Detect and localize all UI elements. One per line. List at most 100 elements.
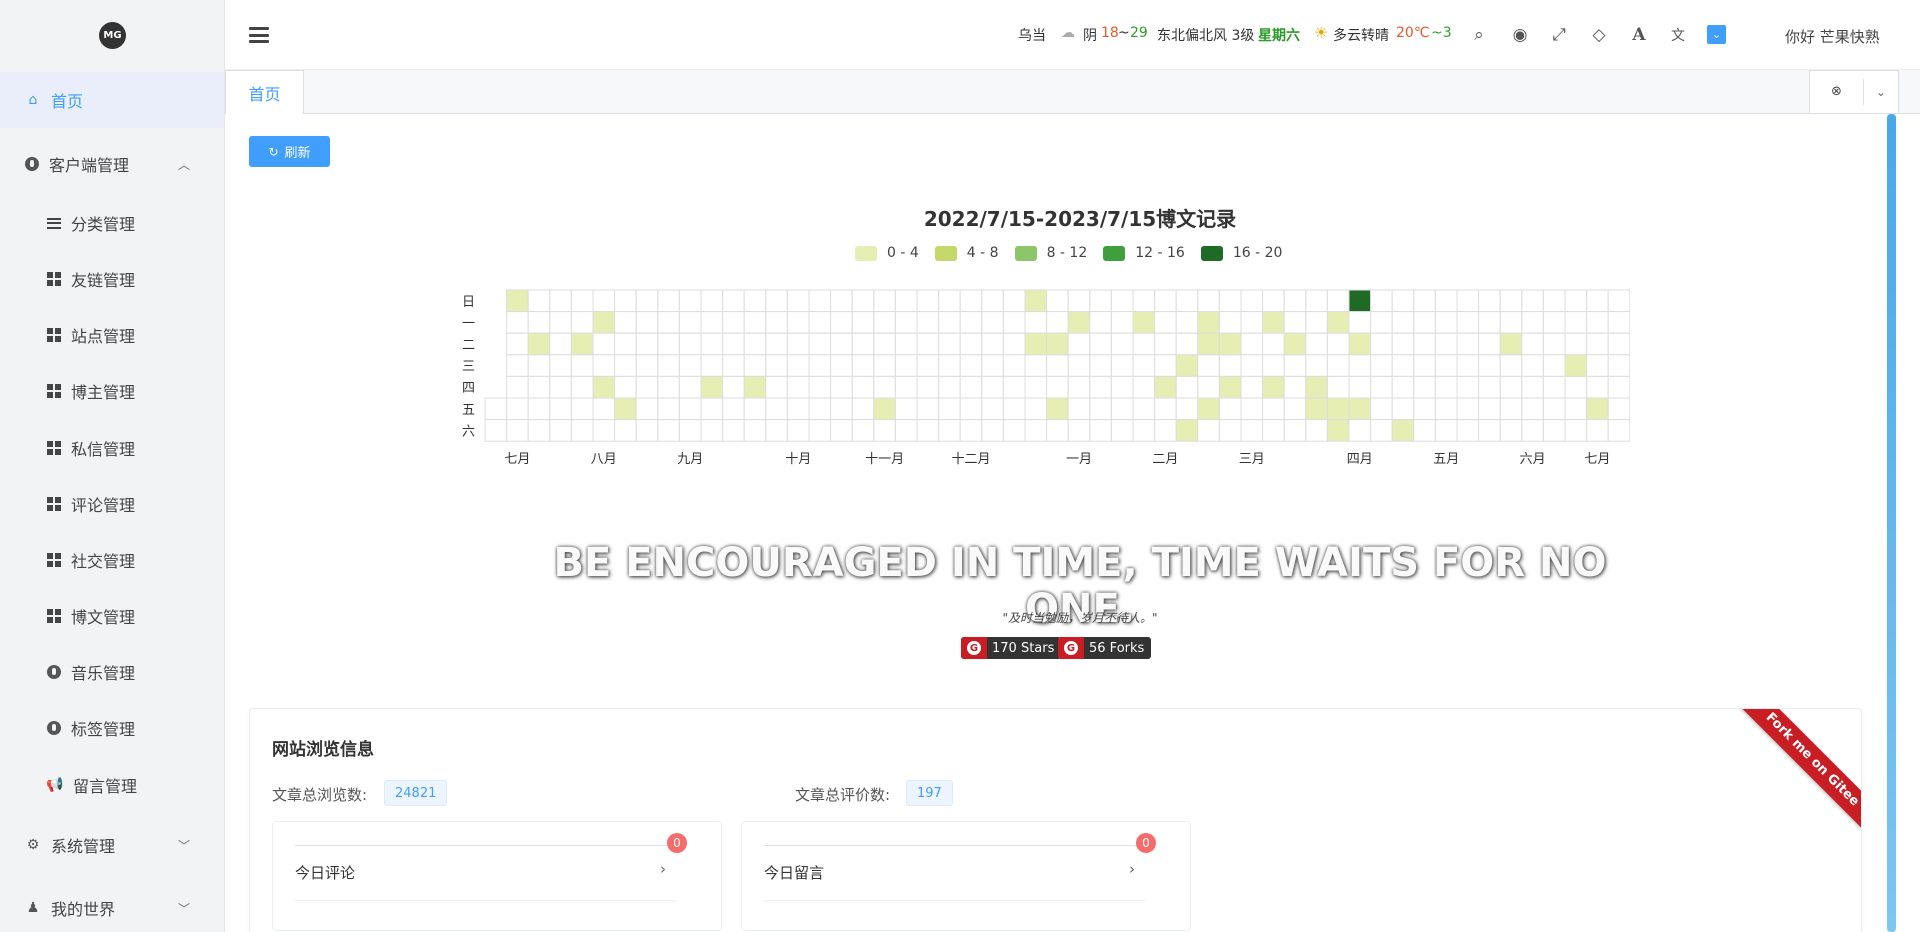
heatmap-cell[interactable] <box>657 419 680 442</box>
heatmap-cell[interactable] <box>1218 332 1242 356</box>
heatmap-cell[interactable] <box>484 397 508 421</box>
heatmap-cell[interactable] <box>1262 332 1285 356</box>
heatmap-cell[interactable] <box>1110 311 1134 334</box>
heatmap-cell[interactable] <box>1542 311 1566 334</box>
heatmap-cell[interactable] <box>1197 375 1220 399</box>
heatmap-cell[interactable] <box>1002 397 1026 421</box>
heatmap-cell[interactable] <box>1370 311 1393 334</box>
heatmap-cell[interactable] <box>1434 419 1458 442</box>
heatmap-cell[interactable] <box>959 332 983 356</box>
heatmap-cell[interactable] <box>614 332 637 356</box>
heatmap-cell[interactable] <box>1218 311 1242 334</box>
heatmap-cell[interactable] <box>1542 419 1566 442</box>
heatmap-cell[interactable] <box>1305 289 1328 313</box>
heatmap-cell[interactable] <box>830 419 853 442</box>
heatmap-cell[interactable] <box>1262 419 1285 442</box>
heatmap-cell[interactable] <box>1067 332 1091 356</box>
heatmap-cell[interactable] <box>1002 332 1026 356</box>
heatmap-cell[interactable] <box>808 397 832 421</box>
heatmap-cell[interactable] <box>700 289 724 313</box>
heatmap-cell[interactable] <box>570 354 594 377</box>
sidebar-item-guestbook[interactable]: 📢 留言管理 <box>0 757 224 813</box>
heatmap-cell[interactable] <box>1413 419 1436 442</box>
heatmap-cell[interactable] <box>527 354 551 377</box>
heatmap-cell[interactable] <box>765 375 788 399</box>
heatmap-cell[interactable] <box>851 419 875 442</box>
sidebar-item-home[interactable]: ⌂ 首页 <box>0 72 224 128</box>
heatmap-cell[interactable] <box>1305 419 1328 442</box>
heatmap-cell[interactable] <box>830 354 853 377</box>
heatmap-cell[interactable] <box>894 375 918 399</box>
heatmap-cell[interactable] <box>1262 289 1285 313</box>
heatmap-cell[interactable] <box>1521 354 1544 377</box>
heatmap-cell[interactable] <box>570 419 594 442</box>
translate-icon[interactable]: 文 <box>1668 25 1688 45</box>
heatmap-cell[interactable] <box>1024 397 1048 421</box>
heatmap-cell[interactable] <box>1326 397 1350 421</box>
heatmap-cell[interactable] <box>1564 311 1588 334</box>
heatmap-cell[interactable] <box>1305 311 1328 334</box>
heatmap-cell[interactable] <box>1499 397 1523 421</box>
heatmap-cell[interactable] <box>1283 397 1307 421</box>
heatmap-cell[interactable] <box>635 289 659 313</box>
heatmap-cell[interactable] <box>1413 332 1436 356</box>
heatmap-cell[interactable] <box>1607 419 1630 442</box>
dropdown-icon[interactable]: ⌄ <box>1707 25 1726 44</box>
heatmap-cell[interactable] <box>765 354 788 377</box>
heatmap-cell[interactable] <box>1262 354 1285 377</box>
heatmap-cell[interactable] <box>786 419 810 442</box>
heatmap-cell[interactable] <box>1326 419 1350 442</box>
heatmap-cell[interactable] <box>830 311 853 334</box>
heatmap-cell[interactable] <box>527 289 551 313</box>
heatmap-cell[interactable] <box>506 375 529 399</box>
heatmap-cell[interactable] <box>1391 289 1415 313</box>
heatmap-cell[interactable] <box>1067 419 1091 442</box>
heatmap-cell[interactable] <box>678 375 702 399</box>
heatmap-cell[interactable] <box>678 311 702 334</box>
heatmap-cell[interactable] <box>1456 375 1480 399</box>
heatmap-cell[interactable] <box>1262 397 1285 421</box>
heatmap-cell[interactable] <box>592 397 616 421</box>
heatmap-cell[interactable] <box>1283 332 1307 356</box>
chevron-right-icon[interactable]: › <box>1129 860 1135 878</box>
heatmap-cell[interactable] <box>1283 311 1307 334</box>
heatmap-cell[interactable] <box>1370 419 1393 442</box>
font-icon[interactable]: A <box>1629 25 1649 45</box>
heatmap-cell[interactable] <box>1110 354 1134 377</box>
heatmap-cell[interactable] <box>1305 354 1328 377</box>
heatmap-cell[interactable] <box>1326 375 1350 399</box>
heatmap-cell[interactable] <box>1218 397 1242 421</box>
heatmap-cell[interactable] <box>592 311 616 334</box>
heatmap-cell[interactable] <box>1218 289 1242 313</box>
heatmap-cell[interactable] <box>786 397 810 421</box>
heatmap-cell[interactable] <box>959 289 983 313</box>
heatmap-cell[interactable] <box>549 375 572 399</box>
heatmap-cell[interactable] <box>1564 289 1588 313</box>
heatmap-cell[interactable] <box>1499 332 1523 356</box>
heatmap-cell[interactable] <box>1067 354 1091 377</box>
heatmap-cell[interactable] <box>1283 375 1307 399</box>
heatmap-cell[interactable] <box>1046 332 1069 356</box>
heatmap-cell[interactable] <box>592 289 616 313</box>
heatmap-cell[interactable] <box>851 311 875 334</box>
heatmap-cell[interactable] <box>1154 332 1177 356</box>
heatmap-cell[interactable] <box>1434 354 1458 377</box>
heatmap-cell[interactable] <box>1240 375 1264 399</box>
heatmap-cell[interactable] <box>1521 311 1544 334</box>
heatmap-cell[interactable] <box>1326 332 1350 356</box>
heatmap-cell[interactable] <box>808 375 832 399</box>
heatmap-cell[interactable] <box>959 375 983 399</box>
heatmap-cell[interactable] <box>1089 375 1112 399</box>
heatmap-cell[interactable] <box>1542 332 1566 356</box>
heatmap-cell[interactable] <box>765 397 788 421</box>
heatmap-cell[interactable] <box>1154 354 1177 377</box>
heatmap-cell[interactable] <box>722 375 745 399</box>
heatmap-cell[interactable] <box>1586 419 1609 442</box>
heatmap-cell[interactable] <box>722 354 745 377</box>
heatmap-cell[interactable] <box>570 311 594 334</box>
heatmap-cell[interactable] <box>614 375 637 399</box>
heatmap-cell[interactable] <box>873 397 896 421</box>
diamond-icon[interactable]: ◇ <box>1589 25 1609 45</box>
heatmap-cell[interactable] <box>830 289 853 313</box>
heatmap-cell[interactable] <box>1110 397 1134 421</box>
